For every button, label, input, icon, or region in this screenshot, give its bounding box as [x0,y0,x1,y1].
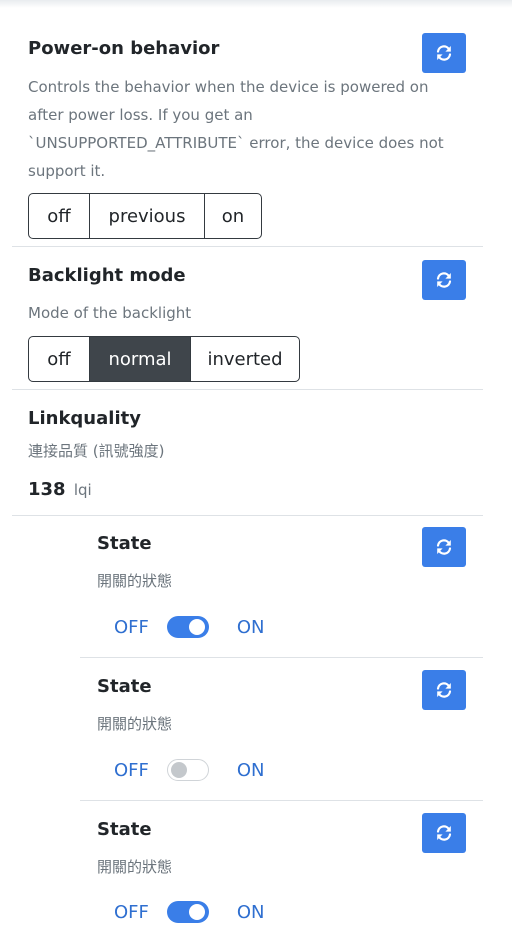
state-off-label[interactable]: OFF [114,617,149,638]
toggle-knob [170,762,187,778]
state-off-label[interactable]: OFF [114,902,149,923]
state-refresh-button[interactable] [422,813,466,853]
power-on-option-previous[interactable]: previous [90,194,205,238]
state-toggle[interactable] [166,759,209,781]
state-toggle[interactable] [166,616,209,638]
state-on-label[interactable]: ON [237,902,265,923]
state-switch-row: OFF ON [114,897,265,927]
state-on-label[interactable]: ON [237,760,265,781]
linkquality-value: 138 [28,479,66,500]
refresh-icon [436,682,452,698]
state-switch-row: OFF ON [114,755,265,785]
power-on-option-on[interactable]: on [205,194,261,238]
state-title: State [97,533,152,554]
divider [12,515,483,516]
state-refresh-button[interactable] [422,527,466,567]
refresh-icon [436,825,452,841]
toggle-knob [188,619,205,635]
backlight-title: Backlight mode [28,265,186,286]
linkquality-description: 連接品質 (訊號強度) [28,442,165,460]
refresh-icon [436,45,452,61]
state-toggle[interactable] [166,901,209,923]
backlight-option-off[interactable]: off [29,337,90,381]
divider [12,389,483,390]
backlight-refresh-button[interactable] [422,260,466,300]
backlight-option-group: off normal inverted [28,336,300,382]
linkquality-unit: lqi [73,481,92,499]
backlight-option-inverted[interactable]: inverted [191,337,299,381]
state-switch-row: OFF ON [114,612,265,642]
backlight-option-normal[interactable]: normal [90,337,191,381]
state-off-label[interactable]: OFF [114,760,149,781]
linkquality-readout: 138 lqi [28,479,92,500]
refresh-icon [436,272,452,288]
state-title: State [97,819,152,840]
power-on-title: Power-on behavior [28,38,220,59]
divider [12,246,483,247]
divider [80,800,483,801]
backlight-description: Mode of the backlight [28,304,192,322]
power-on-option-group: off previous on [28,193,262,239]
power-on-refresh-button[interactable] [422,33,466,73]
refresh-icon [436,539,452,555]
state-title: State [97,676,152,697]
divider [80,657,483,658]
top-scroll-fade [0,0,512,8]
linkquality-title: Linkquality [28,408,141,429]
state-refresh-button[interactable] [422,670,466,710]
state-description: 開關的狀態 [97,858,173,876]
state-description: 開關的狀態 [97,572,173,590]
power-on-description: Controls the behavior when the device is… [28,78,444,180]
toggle-knob [188,904,205,920]
power-on-option-off[interactable]: off [29,194,90,238]
state-description: 開關的狀態 [97,715,173,733]
state-on-label[interactable]: ON [237,617,265,638]
